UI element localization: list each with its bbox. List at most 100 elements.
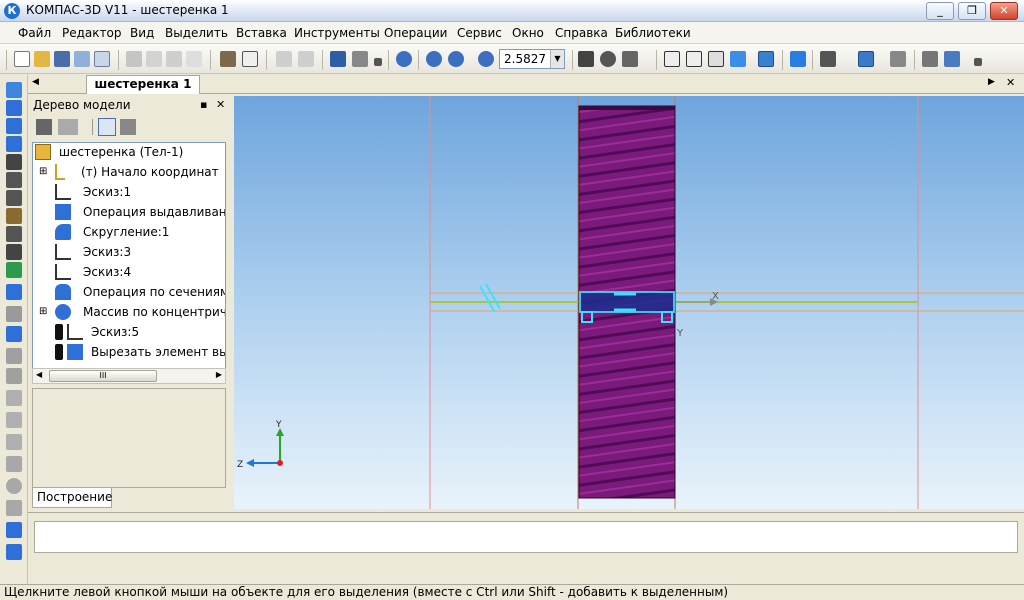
zoom-window-icon[interactable]: [396, 51, 412, 67]
zoom-scale-field[interactable]: 2.5827 ▼: [499, 49, 565, 69]
model-viewport[interactable]: X Y Y Z: [234, 96, 1024, 509]
hidden-thin-icon[interactable]: [708, 51, 724, 67]
designations-icon[interactable]: [6, 244, 22, 260]
dimensions-icon[interactable]: [6, 226, 22, 242]
shell-op-icon[interactable]: [6, 434, 22, 450]
tab-close-icon[interactable]: ✕: [1006, 76, 1015, 89]
menu-service[interactable]: Сервис: [457, 26, 502, 40]
expand-plus-icon[interactable]: ⊞: [39, 163, 47, 181]
expand-plus-icon[interactable]: ⊞: [39, 303, 47, 321]
tree-structure-icon[interactable]: [36, 119, 52, 135]
edit-part-icon[interactable]: [6, 82, 22, 98]
toolbar-separator: [914, 50, 915, 70]
print-preview-icon[interactable]: [74, 51, 90, 67]
menu-view[interactable]: Вид: [130, 26, 154, 40]
toolbar-overflow-icon[interactable]: [374, 58, 382, 66]
scroll-thumb[interactable]: III: [49, 370, 157, 382]
snap-icon[interactable]: [858, 51, 874, 67]
maximize-button[interactable]: ❐: [958, 2, 986, 20]
paste-special-icon[interactable]: [186, 51, 202, 67]
shaded-edges-icon[interactable]: [758, 51, 774, 67]
axis-break-icon: [479, 285, 495, 312]
hole-op-icon[interactable]: [6, 478, 22, 494]
menu-window[interactable]: Окно: [512, 26, 544, 40]
properties-brush-icon[interactable]: [220, 51, 236, 67]
tree-view-icon[interactable]: [98, 118, 116, 136]
close-button[interactable]: ✕: [990, 2, 1018, 20]
save-icon[interactable]: [54, 51, 70, 67]
scroll-left-icon[interactable]: ◀: [36, 370, 42, 379]
tab-scroll-right-icon[interactable]: ▶: [988, 77, 995, 87]
perspective-icon[interactable]: [790, 51, 806, 67]
menu-operations[interactable]: Операции: [384, 26, 447, 40]
chamfer-op-icon[interactable]: [6, 412, 22, 428]
mirror-op-icon[interactable]: [6, 522, 22, 538]
rotate-op-icon[interactable]: [6, 306, 22, 322]
filter-icon[interactable]: [820, 51, 836, 67]
rebuild-icon[interactable]: [944, 51, 960, 67]
auxiliary-geometry-icon[interactable]: [6, 154, 22, 170]
cut-icon[interactable]: [126, 51, 142, 67]
tab-scroll-left-icon[interactable]: ◀: [32, 77, 39, 87]
menu-insert[interactable]: Вставка: [236, 26, 287, 40]
loft-op-icon[interactable]: [6, 348, 22, 364]
open-folder-icon[interactable]: [34, 51, 50, 67]
variables-icon[interactable]: [242, 51, 258, 67]
menu-editor[interactable]: Редактор: [62, 26, 121, 40]
kinematic-op-icon[interactable]: [6, 326, 22, 342]
tree-dependencies-icon[interactable]: [120, 119, 136, 135]
tab-construction[interactable]: Построение: [32, 488, 112, 508]
tree-horizontal-scrollbar[interactable]: ◀ III ▶: [32, 368, 226, 384]
minimize-button[interactable]: _: [926, 2, 954, 20]
undo-icon[interactable]: [276, 51, 292, 67]
viewport-scene[interactable]: X Y Y Z: [234, 96, 1024, 509]
settings-icon[interactable]: [352, 51, 368, 67]
zoom-scale-icon[interactable]: [478, 51, 494, 67]
rotate-icon[interactable]: [600, 51, 616, 67]
arrays-icon[interactable]: [6, 136, 22, 152]
library-icon[interactable]: [890, 51, 906, 67]
measure-icon[interactable]: [6, 190, 22, 206]
spatial-curves-icon[interactable]: [6, 100, 22, 116]
property-panel-area[interactable]: [34, 521, 1018, 553]
menu-help[interactable]: Справка: [555, 26, 608, 40]
extrude-op-icon[interactable]: [6, 284, 22, 300]
pin-icon[interactable]: ▪: [200, 96, 207, 114]
tab-document[interactable]: шестеренка 1: [86, 75, 200, 94]
model-tree-icon[interactable]: [922, 51, 938, 67]
orientation-icon[interactable]: [622, 51, 638, 67]
pan-move-icon[interactable]: [578, 51, 594, 67]
copy-icon[interactable]: [146, 51, 162, 67]
zoom-in-icon[interactable]: [426, 51, 442, 67]
toolbar-overflow-icon[interactable]: [974, 58, 982, 66]
cut-op-icon[interactable]: [6, 368, 22, 384]
triad-y-label: Y: [275, 420, 282, 430]
chevron-down-icon[interactable]: ▼: [550, 50, 564, 68]
scroll-right-icon[interactable]: ▶: [216, 370, 222, 379]
menu-libraries[interactable]: Библиотеки: [615, 26, 691, 40]
rib-op-icon[interactable]: [6, 500, 22, 516]
triad-z-label: Z: [237, 460, 243, 470]
menu-select[interactable]: Выделить: [165, 26, 228, 40]
coordinate-icon[interactable]: [6, 262, 22, 278]
manager-icon[interactable]: [330, 51, 346, 67]
print-icon[interactable]: [94, 51, 110, 67]
surfaces-icon[interactable]: [6, 118, 22, 134]
toolbar-separator: [210, 50, 211, 70]
menu-file[interactable]: Файл: [18, 26, 51, 40]
boolean-op-icon[interactable]: [6, 544, 22, 560]
section-op-icon[interactable]: [6, 456, 22, 472]
tree-filter-icon[interactable]: [58, 119, 78, 135]
menu-tools[interactable]: Инструменты: [294, 26, 380, 40]
wireframe-icon[interactable]: [664, 51, 680, 67]
hidden-lines-icon[interactable]: [686, 51, 702, 67]
diagnostics-icon[interactable]: [6, 172, 22, 188]
shaded-icon[interactable]: [730, 51, 746, 67]
redo-icon[interactable]: [298, 51, 314, 67]
panel-close-icon[interactable]: ✕: [216, 96, 225, 114]
sheet-metal-icon[interactable]: [6, 208, 22, 224]
zoom-out-icon[interactable]: [448, 51, 464, 67]
paste-icon[interactable]: [166, 51, 182, 67]
fillet-op-icon[interactable]: [6, 390, 22, 406]
new-file-icon[interactable]: [14, 51, 30, 67]
